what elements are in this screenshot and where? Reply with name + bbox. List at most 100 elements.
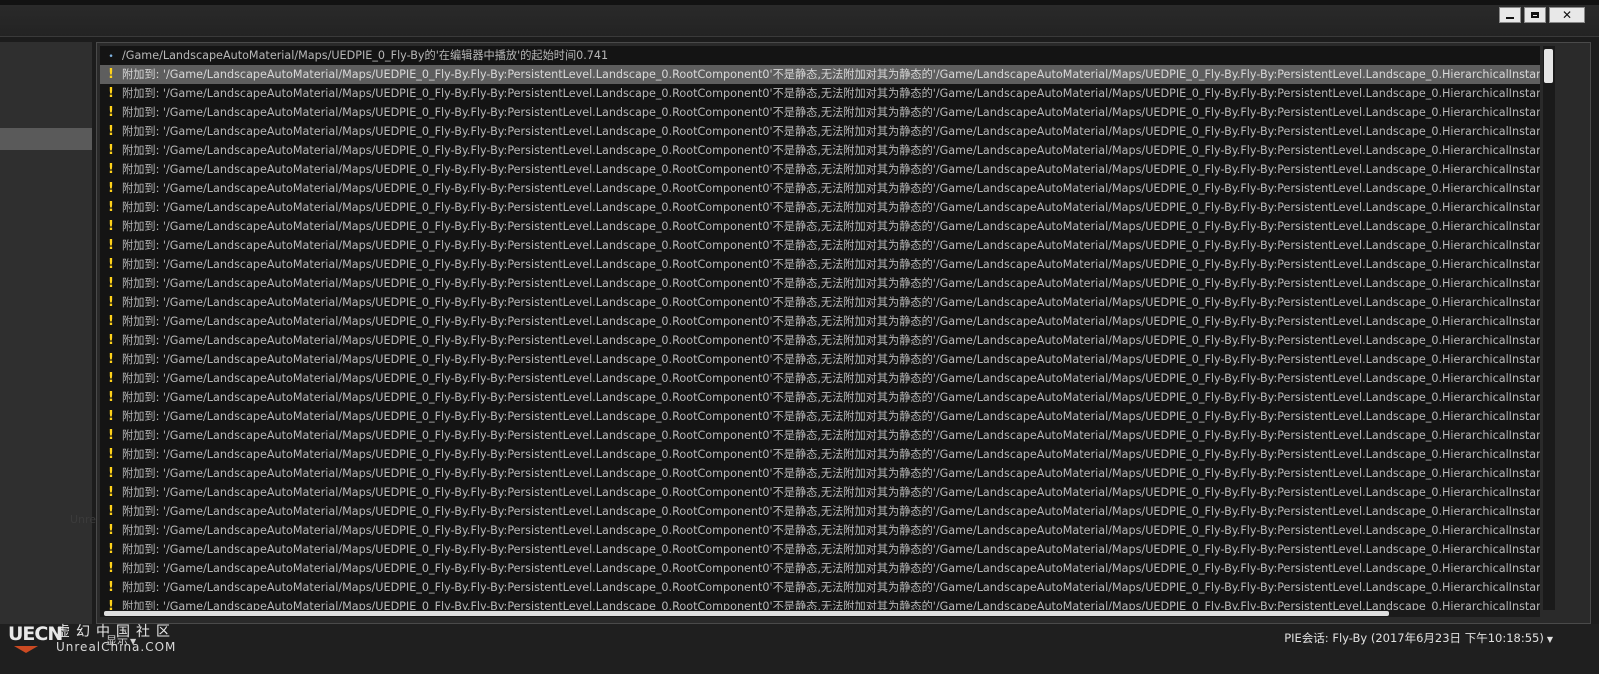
title-bar: ✕ <box>0 0 1599 37</box>
log-row[interactable]: ! 附加到: '/Game/LandscapeAutoMaterial/Maps/… <box>100 255 1540 274</box>
warning-icon: ! <box>108 371 114 386</box>
log-row[interactable]: ! 附加到: '/Game/LandscapeAutoMaterial/Maps/… <box>100 388 1540 407</box>
log-row[interactable]: ! 附加到: '/Game/LandscapeAutoMaterial/Maps/… <box>100 236 1540 255</box>
vertical-scrollbar-thumb[interactable] <box>1544 49 1553 83</box>
log-row-text: 附加到: '/Game/LandscapeAutoMaterial/Maps/U… <box>122 239 1540 252</box>
log-row-text: 附加到: '/Game/LandscapeAutoMaterial/Maps/U… <box>122 543 1540 556</box>
chevron-down-icon: ▼ <box>1546 635 1553 644</box>
log-row[interactable]: ! 附加到: '/Game/LandscapeAutoMaterial/Maps/… <box>100 331 1540 350</box>
log-row-text: 附加到: '/Game/LandscapeAutoMaterial/Maps/U… <box>122 448 1540 461</box>
log-row-text: 附加到: '/Game/LandscapeAutoMaterial/Maps/U… <box>122 600 1540 610</box>
log-row[interactable]: ! 附加到: '/Game/LandscapeAutoMaterial/Maps/… <box>100 445 1540 464</box>
warning-icon: ! <box>108 143 114 158</box>
close-button[interactable]: ✕ <box>1549 7 1585 23</box>
maximize-button[interactable] <box>1524 7 1546 23</box>
left-panel-selected-item[interactable] <box>0 128 92 150</box>
warning-icon: ! <box>108 67 114 82</box>
warning-icon: ! <box>108 257 114 272</box>
warning-icon: ! <box>108 86 114 101</box>
log-row[interactable]: ! 附加到: '/Game/LandscapeAutoMaterial/Maps/… <box>100 217 1540 236</box>
warning-icon: ! <box>108 409 114 424</box>
log-row[interactable]: ! 附加到: '/Game/LandscapeAutoMaterial/Maps/… <box>100 179 1540 198</box>
horizontal-scrollbar-thumb[interactable] <box>104 611 1389 616</box>
log-row[interactable]: ! 附加到: '/Game/LandscapeAutoMaterial/Maps/… <box>100 65 1540 84</box>
log-row-text: 附加到: '/Game/LandscapeAutoMaterial/Maps/U… <box>122 296 1540 309</box>
log-row-text: 附加到: '/Game/LandscapeAutoMaterial/Maps/U… <box>122 334 1540 347</box>
warning-icon: ! <box>108 599 114 610</box>
log-row-text: 附加到: '/Game/LandscapeAutoMaterial/Maps/U… <box>122 144 1540 157</box>
warning-icon: ! <box>108 542 114 557</box>
log-row-text: 附加到: '/Game/LandscapeAutoMaterial/Maps/U… <box>122 182 1540 195</box>
warning-icon: ! <box>108 200 114 215</box>
pie-session-selector[interactable]: PIE会话: Fly-By (2017年6月23日 下午10:18:55) ▼ <box>1284 630 1553 646</box>
chevron-down-icon: ▼ <box>130 637 137 646</box>
log-row[interactable]: ! 附加到: '/Game/LandscapeAutoMaterial/Maps/… <box>100 559 1540 578</box>
warning-icon: ! <box>108 466 114 481</box>
warning-icon: ! <box>108 276 114 291</box>
log-row[interactable]: ! 附加到: '/Game/LandscapeAutoMaterial/Maps/… <box>100 483 1540 502</box>
warning-icon: ! <box>108 485 114 500</box>
watermark-logo: UECN <box>8 623 63 645</box>
log-row[interactable]: ! 附加到: '/Game/LandscapeAutoMaterial/Maps/… <box>100 350 1540 369</box>
warning-icon: ! <box>108 428 114 443</box>
log-row-text: 附加到: '/Game/LandscapeAutoMaterial/Maps/U… <box>122 106 1540 119</box>
log-row-text: 附加到: '/Game/LandscapeAutoMaterial/Maps/U… <box>122 524 1540 537</box>
log-row-text: 附加到: '/Game/LandscapeAutoMaterial/Maps/U… <box>122 315 1540 328</box>
log-row[interactable]: ! 附加到: '/Game/LandscapeAutoMaterial/Maps/… <box>100 502 1540 521</box>
output-log-list[interactable]: • /Game/LandscapeAutoMaterial/Maps/UEDPIE… <box>100 46 1540 610</box>
log-row[interactable]: ! 附加到: '/Game/LandscapeAutoMaterial/Maps/… <box>100 160 1540 179</box>
log-row-text: 附加到: '/Game/LandscapeAutoMaterial/Maps/U… <box>122 220 1540 233</box>
log-row[interactable]: ! 附加到: '/Game/LandscapeAutoMaterial/Maps/… <box>100 407 1540 426</box>
log-row[interactable]: ! 附加到: '/Game/LandscapeAutoMaterial/Maps/… <box>100 426 1540 445</box>
minimize-button[interactable] <box>1499 7 1521 23</box>
show-dropdown-label: 显示 <box>106 634 128 647</box>
log-row[interactable]: ! 附加到: '/Game/LandscapeAutoMaterial/Maps/… <box>100 293 1540 312</box>
watermark-ghost-text: Unre <box>70 513 97 526</box>
horizontal-scrollbar[interactable] <box>100 610 1540 617</box>
log-row-text: 附加到: '/Game/LandscapeAutoMaterial/Maps/U… <box>122 391 1540 404</box>
warning-icon: ! <box>108 447 114 462</box>
log-row-text: 附加到: '/Game/LandscapeAutoMaterial/Maps/U… <box>122 277 1540 290</box>
log-row[interactable]: ! 附加到: '/Game/LandscapeAutoMaterial/Maps/… <box>100 198 1540 217</box>
warning-icon: ! <box>108 333 114 348</box>
warning-icon: ! <box>108 219 114 234</box>
log-row[interactable]: ! 附加到: '/Game/LandscapeAutoMaterial/Maps/… <box>100 521 1540 540</box>
warning-icon: ! <box>108 390 114 405</box>
warning-icon: ! <box>108 105 114 120</box>
log-row[interactable]: ! 附加到: '/Game/LandscapeAutoMaterial/Maps/… <box>100 103 1540 122</box>
info-icon: • <box>108 52 114 62</box>
warning-icon: ! <box>108 504 114 519</box>
log-row-text: 附加到: '/Game/LandscapeAutoMaterial/Maps/U… <box>122 429 1540 442</box>
log-row[interactable]: • /Game/LandscapeAutoMaterial/Maps/UEDPIE… <box>100 46 1540 65</box>
log-row[interactable]: ! 附加到: '/Game/LandscapeAutoMaterial/Maps/… <box>100 369 1540 388</box>
log-row-text: 附加到: '/Game/LandscapeAutoMaterial/Maps/U… <box>122 372 1540 385</box>
warning-icon: ! <box>108 124 114 139</box>
log-row-text: 附加到: '/Game/LandscapeAutoMaterial/Maps/U… <box>122 163 1540 176</box>
warning-icon: ! <box>108 352 114 367</box>
warning-icon: ! <box>108 162 114 177</box>
log-row[interactable]: ! 附加到: '/Game/LandscapeAutoMaterial/Maps/… <box>100 274 1540 293</box>
maximize-icon <box>1531 12 1539 18</box>
log-row-text: /Game/LandscapeAutoMaterial/Maps/UEDPIE_… <box>122 49 609 62</box>
log-row-text: 附加到: '/Game/LandscapeAutoMaterial/Maps/U… <box>122 581 1540 594</box>
warning-icon: ! <box>108 238 114 253</box>
close-icon: ✕ <box>1561 8 1573 22</box>
log-row[interactable]: ! 附加到: '/Game/LandscapeAutoMaterial/Maps/… <box>100 122 1540 141</box>
warning-icon: ! <box>108 580 114 595</box>
log-row[interactable]: ! 附加到: '/Game/LandscapeAutoMaterial/Maps/… <box>100 84 1540 103</box>
warning-icon: ! <box>108 295 114 310</box>
log-row[interactable]: ! 附加到: '/Game/LandscapeAutoMaterial/Maps/… <box>100 141 1540 160</box>
log-row[interactable]: ! 附加到: '/Game/LandscapeAutoMaterial/Maps/… <box>100 597 1540 610</box>
log-row[interactable]: ! 附加到: '/Game/LandscapeAutoMaterial/Maps/… <box>100 312 1540 331</box>
minimize-icon <box>1506 16 1514 19</box>
log-row[interactable]: ! 附加到: '/Game/LandscapeAutoMaterial/Maps/… <box>100 578 1540 597</box>
log-row[interactable]: ! 附加到: '/Game/LandscapeAutoMaterial/Maps/… <box>100 464 1540 483</box>
vertical-scrollbar[interactable] <box>1543 46 1555 610</box>
warning-icon: ! <box>108 181 114 196</box>
log-row-text: 附加到: '/Game/LandscapeAutoMaterial/Maps/U… <box>122 467 1540 480</box>
log-row[interactable]: ! 附加到: '/Game/LandscapeAutoMaterial/Maps/… <box>100 540 1540 559</box>
log-row-text: 附加到: '/Game/LandscapeAutoMaterial/Maps/U… <box>122 87 1540 100</box>
show-dropdown[interactable]: 显示 ▼ <box>106 632 136 648</box>
warning-icon: ! <box>108 561 114 576</box>
log-row-text: 附加到: '/Game/LandscapeAutoMaterial/Maps/U… <box>122 258 1540 271</box>
